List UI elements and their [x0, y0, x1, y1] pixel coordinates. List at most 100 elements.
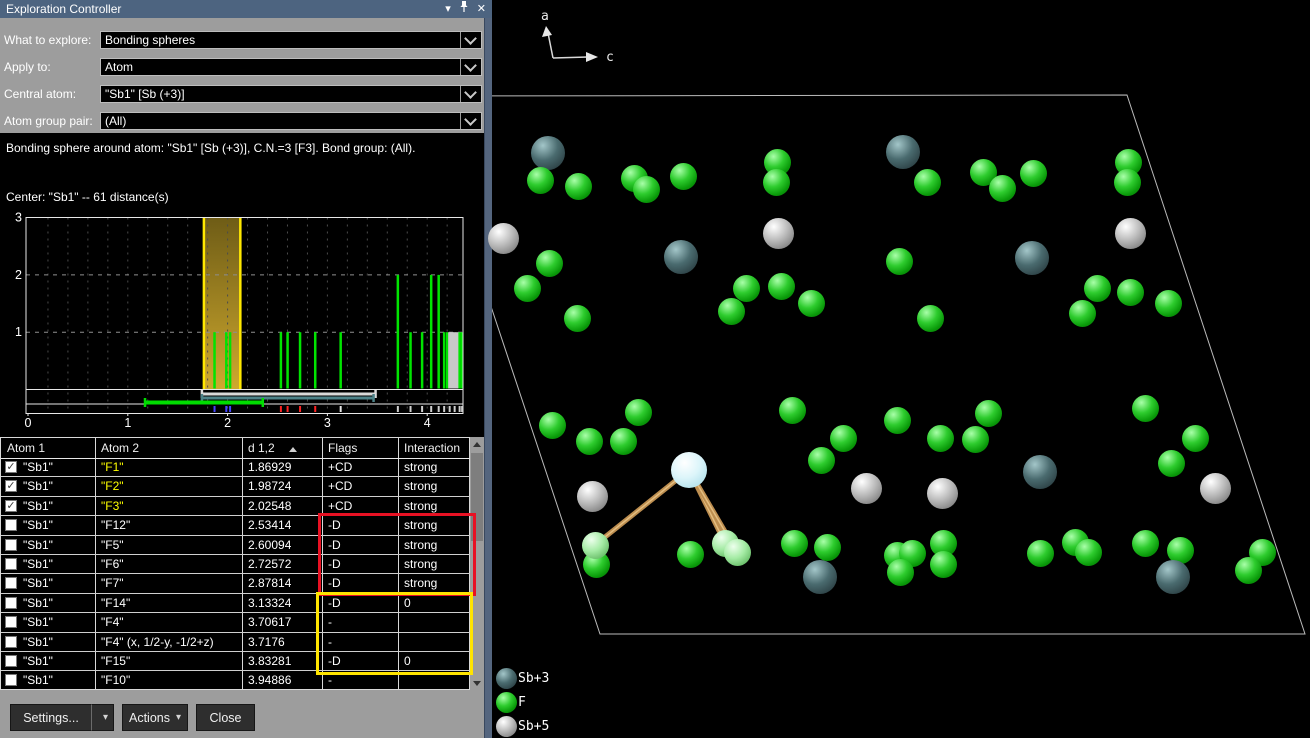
cell-distance: 2.87814 [248, 574, 291, 593]
cell-atom2: "F14" [101, 594, 130, 613]
sb3-sphere-icon [496, 668, 517, 689]
row-checkbox[interactable] [5, 616, 17, 628]
dropdown-separator [460, 32, 461, 48]
cell-atom2: "F4" (x, 1/2-y, -1/2+z) [101, 633, 214, 652]
table-row[interactable]: ✓"Sb1""F1"1.86929+CDstrong [1, 458, 471, 477]
cell-atom2: "F4" [101, 613, 124, 632]
scroll-down-button[interactable] [470, 676, 484, 690]
cell-atom1: "Sb1" [23, 458, 53, 477]
sort-ascending-icon [289, 447, 297, 452]
chevron-down-icon: ▾ [176, 712, 181, 723]
row-checkbox[interactable] [5, 539, 17, 551]
row-checkbox[interactable] [5, 636, 17, 648]
cell-atom1: "Sb1" [23, 555, 53, 574]
center-distance-count: Center: "Sb1" -- 61 distance(s) [6, 190, 169, 204]
table-row[interactable]: ✓"Sb1""F2"1.98724+CDstrong [1, 477, 471, 496]
dropdown-separator [460, 59, 461, 75]
range-bar[interactable] [202, 393, 376, 396]
f-sphere-icon [496, 692, 517, 713]
cell-distance: 3.83281 [248, 652, 291, 671]
dropdown-field[interactable]: "Sb1" [Sb (+3)] [100, 85, 482, 103]
row-checkbox[interactable]: ✓ [5, 500, 17, 512]
cell-atom1: "Sb1" [23, 516, 53, 535]
panel-title: Exploration Controller [0, 2, 121, 16]
selection-band[interactable] [204, 218, 241, 390]
col-header-atom1[interactable]: Atom 1 [1, 438, 45, 458]
cell-atom1: "Sb1" [23, 477, 53, 496]
atom-sphere-f-bonded[interactable] [724, 539, 751, 566]
cell-interaction: strong [404, 458, 437, 477]
dropdown-field[interactable]: (All) [100, 112, 482, 130]
row-checkbox[interactable]: ✓ [5, 480, 17, 492]
application-window: Exploration Controller ▾ ✕ What to explo… [0, 0, 1310, 738]
cell-atom1: "Sb1" [23, 671, 53, 690]
cell-atom1: "Sb1" [23, 497, 53, 516]
cell-distance: 2.53414 [248, 516, 291, 535]
annotation-yellow-box [316, 592, 473, 675]
cell-atom2: "F1" [101, 458, 124, 477]
close-button[interactable]: Close [196, 704, 255, 731]
form-row: What to explore:Bonding spheres [0, 31, 484, 49]
form-row: Central atom:"Sb1" [Sb (+3)] [0, 85, 484, 103]
cell-interaction: strong [404, 477, 437, 496]
range-bar[interactable] [145, 401, 263, 405]
col-header-interaction[interactable]: Interaction [398, 438, 460, 458]
settings-dropdown-button[interactable]: ▾ [91, 704, 114, 731]
structure-viewer[interactable]: ac Sb+3 F Sb+5 [492, 0, 1310, 738]
atom-legend: Sb+3 F Sb+5 [496, 666, 549, 738]
scroll-up-button[interactable] [470, 437, 484, 451]
dropdown-field[interactable]: Atom [100, 58, 482, 76]
chevron-down-icon[interactable]: ▾ [445, 0, 451, 18]
bonds-layer [492, 0, 1310, 738]
row-checkbox[interactable] [5, 577, 17, 589]
row-checkbox[interactable] [5, 597, 17, 609]
atom-sphere-selected[interactable] [671, 452, 707, 488]
chevron-down-icon [464, 113, 477, 126]
field-label: Apply to: [4, 58, 51, 76]
cell-atom1: "Sb1" [23, 652, 53, 671]
chevron-down-icon [464, 59, 477, 72]
sb5-sphere-icon [496, 716, 517, 737]
cell-atom1: "Sb1" [23, 574, 53, 593]
cell-atom1: "Sb1" [23, 594, 53, 613]
row-checkbox[interactable] [5, 655, 17, 667]
explore-form: What to explore:Bonding spheres Apply to:… [0, 18, 484, 133]
distance-histogram[interactable]: 01234123 [0, 210, 484, 430]
row-checkbox[interactable] [5, 519, 17, 531]
y-axis-label: 3 [15, 211, 22, 225]
dropdown-field[interactable]: Bonding spheres [100, 31, 482, 49]
cell-distance: 1.98724 [248, 477, 291, 496]
atom-sphere-f-bonded[interactable] [582, 532, 609, 559]
bonding-sphere-summary: Bonding sphere around atom: "Sb1" [Sb (+… [6, 141, 415, 155]
dropdown-value: "Sb1" [Sb (+3)] [101, 87, 460, 101]
actions-button[interactable]: Actions▾ [122, 704, 188, 731]
pin-icon[interactable] [459, 0, 469, 19]
settings-button[interactable]: Settings... [10, 704, 92, 731]
table-header: Atom 1 Atom 2 d 1,2 Flags Interaction [1, 438, 471, 459]
close-icon[interactable]: ✕ [477, 0, 486, 18]
field-label: Atom group pair: [4, 112, 93, 130]
row-checkbox[interactable] [5, 674, 17, 686]
chevron-down-icon [464, 86, 477, 99]
col-header-flags[interactable]: Flags [322, 438, 357, 458]
cell-atom2: "F15" [101, 652, 130, 671]
cell-distance: 2.72572 [248, 555, 291, 574]
cell-distance: 3.70617 [248, 613, 291, 632]
y-axis-label: 1 [15, 325, 22, 339]
row-checkbox[interactable]: ✓ [5, 461, 17, 473]
col-header-d12[interactable]: d 1,2 [242, 438, 297, 458]
panel-titlebar: Exploration Controller ▾ ✕ [0, 0, 492, 18]
form-row: Atom group pair: (All) [0, 112, 484, 130]
cell-distance: 2.02548 [248, 497, 291, 516]
row-checkbox[interactable] [5, 558, 17, 570]
cell-atom1: "Sb1" [23, 613, 53, 632]
range-bar[interactable] [202, 397, 374, 400]
x-axis-label: 2 [224, 416, 231, 430]
cell-atom2: "F5" [101, 536, 124, 555]
cell-atom1: "Sb1" [23, 633, 53, 652]
y-axis-label: 2 [15, 268, 22, 282]
cell-atom2: "F2" [101, 477, 124, 496]
col-header-atom2[interactable]: Atom 2 [95, 438, 139, 458]
annotation-red-box [318, 513, 476, 596]
cell-distance: 3.7176 [248, 633, 285, 652]
